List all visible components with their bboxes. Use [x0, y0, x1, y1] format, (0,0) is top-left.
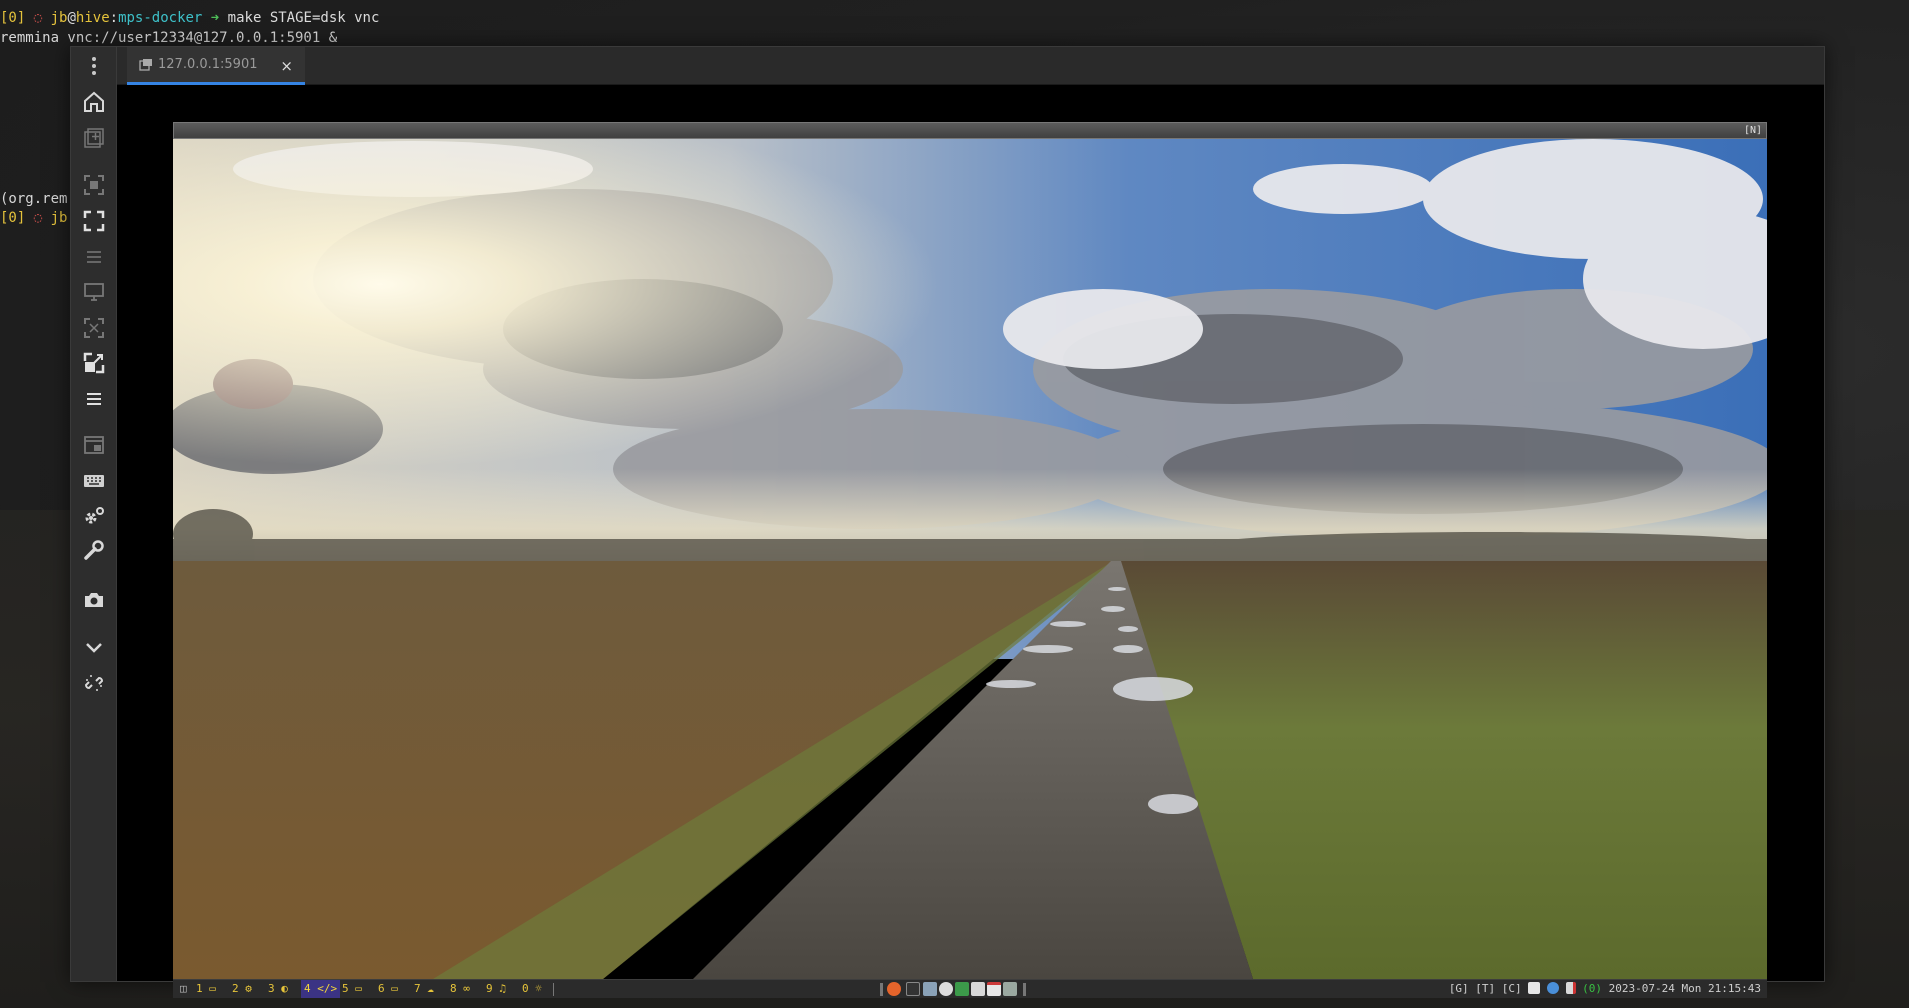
- minimize-icon[interactable]: [79, 632, 109, 662]
- terminal-line-1: [0] ◌ jb@hive:mps-docker ➜ make STAGE=ds…: [0, 10, 380, 26]
- multi-monitor-icon[interactable]: [79, 242, 109, 272]
- status-flags: [G] [T] [C]: [1448, 982, 1522, 995]
- remote-desktop[interactable]: [N] ◫ 1 ▭ 2 ⚙ 3 ◐ 4 </> 5 ▭ 6 ▭ 7 ☁ 8 ∞ …: [173, 122, 1767, 998]
- workspace-6[interactable]: 6 ▭: [375, 980, 401, 998]
- remmina-toolbar: [71, 47, 117, 981]
- document-icon[interactable]: [987, 982, 1001, 996]
- volume-icon[interactable]: [1565, 982, 1576, 994]
- window-flag: [N]: [1743, 125, 1762, 136]
- toolbar-menu-icon[interactable]: [79, 384, 109, 414]
- network-icon[interactable]: [1546, 982, 1559, 994]
- switch-tab-icon[interactable]: [79, 430, 109, 460]
- tab-close-button[interactable]: ×: [280, 57, 293, 75]
- tab-bar: 127.0.0.1:5901 ×: [117, 47, 1824, 85]
- layout-icon[interactable]: ◫: [177, 980, 190, 998]
- home-icon[interactable]: [79, 87, 109, 117]
- editor-icon[interactable]: [971, 982, 985, 996]
- workspace-8[interactable]: 8 ∞: [447, 980, 473, 998]
- tray-separator-end: [1023, 983, 1026, 996]
- screenshot-icon[interactable]: [79, 585, 109, 615]
- remmina-window: 127.0.0.1:5901 × [N] ◫ 1 ▭ 2 ⚙ 3 ◐ 4 </>…: [70, 46, 1825, 998]
- terminal-line-4: [0] ◌ jb: [0, 210, 68, 226]
- scale-icon[interactable]: [79, 348, 109, 378]
- display-icon[interactable]: [1528, 982, 1541, 994]
- fit-window-icon[interactable]: [79, 170, 109, 200]
- desktop-wallpaper: [173, 139, 1767, 979]
- new-connection-icon[interactable]: [79, 123, 109, 153]
- firefox-icon[interactable]: [887, 982, 901, 996]
- workspace-5[interactable]: 5 ▭: [339, 980, 365, 998]
- workspace-3[interactable]: 3 ◐: [265, 980, 291, 998]
- connection-icon: [139, 58, 152, 71]
- status-number: (0): [1582, 982, 1603, 995]
- workspace-2[interactable]: 2 ⚙: [229, 980, 255, 998]
- files-icon[interactable]: [923, 982, 937, 996]
- scaled-mode-icon[interactable]: [79, 313, 109, 343]
- workspace-1[interactable]: 1 ▭: [193, 980, 219, 998]
- dynamic-resolution-icon[interactable]: [79, 277, 109, 307]
- tools-icon[interactable]: [79, 535, 109, 565]
- taskbar-divider: [553, 983, 554, 996]
- terminal-icon[interactable]: [906, 982, 920, 996]
- keyboard-icon[interactable]: [79, 466, 109, 496]
- status-area: [G] [T] [C] (0) 2023-07-24 Mon 21:15:43: [1449, 980, 1761, 998]
- terminal-line-2: remmina vnc://user12334@127.0.0.1:5901 &: [0, 30, 338, 46]
- tab-label: 127.0.0.1:5901: [158, 57, 258, 72]
- vim-icon[interactable]: [955, 982, 969, 996]
- tab-connection[interactable]: 127.0.0.1:5901 ×: [127, 47, 305, 85]
- terminal-line-3: (org.rem: [0, 191, 68, 207]
- workspace-7[interactable]: 7 ☁: [411, 980, 437, 998]
- workspace-4[interactable]: 4 </>: [301, 980, 341, 998]
- remote-taskbar: ◫ 1 ▭ 2 ⚙ 3 ◐ 4 </> 5 ▭ 6 ▭ 7 ☁ 8 ∞ 9 ♫ …: [173, 979, 1767, 998]
- preferences-icon[interactable]: [79, 501, 109, 531]
- fullscreen-icon[interactable]: [79, 206, 109, 236]
- menu-icon[interactable]: [79, 51, 109, 81]
- remote-window-titlebar[interactable]: [N]: [173, 122, 1767, 139]
- network-app-icon[interactable]: [1003, 982, 1017, 996]
- clock[interactable]: 2023-07-24 Mon 21:15:43: [1609, 982, 1761, 995]
- workspace-0[interactable]: 0 ☼: [519, 980, 545, 998]
- workspace-9[interactable]: 9 ♫: [483, 980, 509, 998]
- gimp-icon[interactable]: [939, 982, 953, 996]
- disconnect-icon[interactable]: [79, 668, 109, 698]
- remote-viewport[interactable]: [N] ◫ 1 ▭ 2 ⚙ 3 ◐ 4 </> 5 ▭ 6 ▭ 7 ☁ 8 ∞ …: [117, 85, 1824, 998]
- tray-separator: [880, 983, 883, 996]
